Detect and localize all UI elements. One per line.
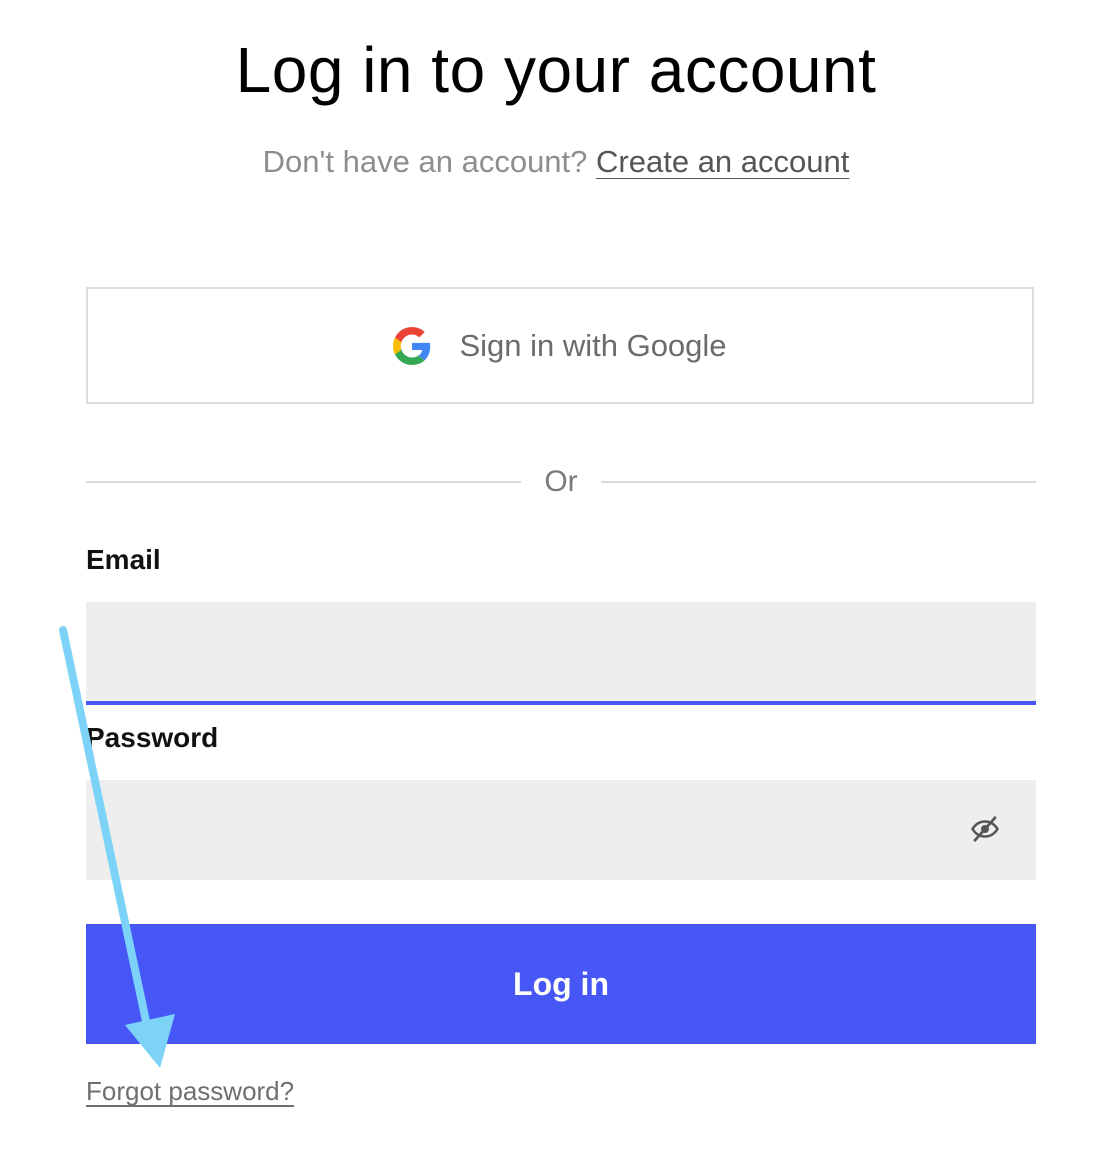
divider-line-right [601, 481, 1036, 483]
login-page: Log in to your account Don't have an acc… [0, 0, 1112, 1168]
eye-slash-icon[interactable] [970, 814, 1000, 844]
google-icon [393, 326, 431, 365]
create-account-link[interactable]: Create an account [596, 144, 849, 179]
google-signin-label: Sign in with Google [459, 327, 727, 363]
google-signin-button[interactable]: Sign in with Google [86, 287, 1034, 404]
password-field[interactable] [86, 780, 1036, 880]
signup-prompt: Don't have an account? Create an account [0, 142, 1112, 182]
or-label: Or [544, 465, 578, 498]
forgot-password-link[interactable]: Forgot password? [86, 1076, 294, 1107]
or-divider: Or [86, 462, 1036, 502]
divider-line-left [86, 481, 521, 483]
email-field[interactable] [86, 602, 1036, 705]
password-label: Password [86, 722, 219, 753]
no-account-text: Don't have an account? [262, 144, 588, 179]
login-button[interactable]: Log in [86, 924, 1036, 1044]
page-title: Log in to your account [235, 34, 877, 106]
email-label: Email [86, 544, 161, 575]
